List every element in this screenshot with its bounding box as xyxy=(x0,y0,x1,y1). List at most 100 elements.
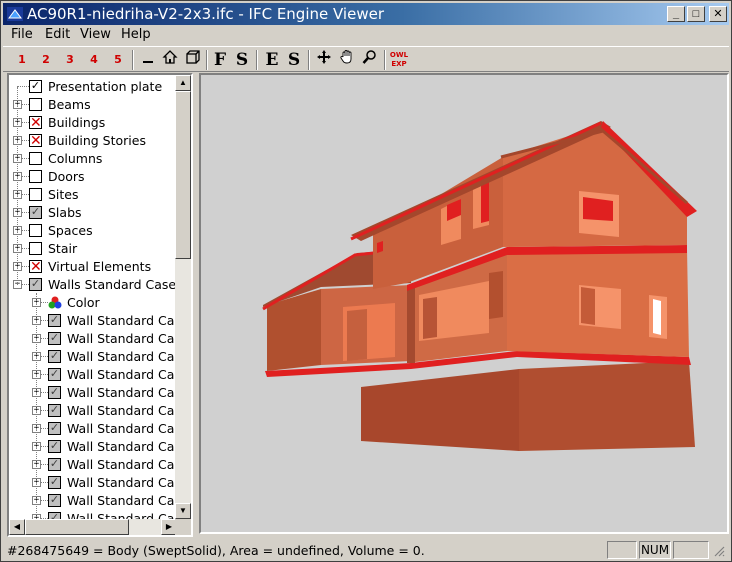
visibility-checkbox[interactable]: ✓ xyxy=(48,476,61,489)
tree-vertical-scrollbar[interactable]: ▲ ▼ xyxy=(175,75,191,519)
menu-view[interactable]: View xyxy=(80,27,111,42)
visibility-checkbox[interactable]: ✓ xyxy=(48,386,61,399)
pan-hand-button[interactable] xyxy=(336,49,358,71)
tree-item[interactable]: − ✓ Walls Standard Cases xyxy=(9,275,177,293)
tree-item[interactable]: + Columns xyxy=(9,149,177,167)
home-view-button[interactable] xyxy=(159,49,181,71)
tree-item[interactable]: + ✓ Wall Standard Case xyxy=(9,437,177,455)
resize-grip-icon[interactable] xyxy=(713,545,725,557)
hscroll-thumb[interactable] xyxy=(25,519,129,535)
tree-item[interactable]: + ✓ Wall Standard Case xyxy=(9,329,177,347)
tree-item[interactable]: + ✓ Wall Standard Case xyxy=(9,419,177,437)
move-button[interactable] xyxy=(313,49,335,71)
tree-horizontal-scrollbar[interactable]: ◀ ▶ xyxy=(9,519,177,535)
menu-file[interactable]: File xyxy=(11,27,33,42)
zoom-button[interactable] xyxy=(359,49,381,71)
tree-item[interactable]: + ✕ Buildings xyxy=(9,113,177,131)
level-4-button[interactable]: 4 xyxy=(83,49,105,71)
menu-help[interactable]: Help xyxy=(121,27,151,42)
visibility-checkbox[interactable]: ✓ xyxy=(48,458,61,471)
surfaces-button[interactable]: S xyxy=(283,49,305,71)
menu-bar: File Edit View Help xyxy=(3,26,729,44)
visibility-checkbox[interactable]: ✓ xyxy=(48,368,61,381)
tree-item-label: Wall Standard Case xyxy=(67,421,177,436)
3d-viewport[interactable] xyxy=(199,73,729,534)
level-3-button[interactable]: 3 xyxy=(59,49,81,71)
scroll-thumb[interactable] xyxy=(175,91,191,259)
visibility-checkbox[interactable]: ✕ xyxy=(29,115,42,129)
tree-item[interactable]: + Spaces xyxy=(9,221,177,239)
visibility-checkbox[interactable]: ✕ xyxy=(29,133,42,147)
visibility-checkbox[interactable] xyxy=(29,224,42,237)
element-tree[interactable]: ✓ Presentation plate + Beams + ✕ Buildings + ✕ Bu… xyxy=(7,73,193,537)
title-bar[interactable]: AC90R1-niedriha-V2-2x3.ifc - IFC Engine … xyxy=(3,3,729,25)
close-button[interactable]: ✕ xyxy=(709,6,727,22)
faces-button[interactable]: F xyxy=(209,49,231,71)
tree-item[interactable]: + Beams xyxy=(9,95,177,113)
num-lock-indicator: NUM xyxy=(639,541,671,559)
window-title: AC90R1-niedriha-V2-2x3.ifc - IFC Engine … xyxy=(27,5,384,23)
tree-item[interactable]: + ✓ Wall Standard Case xyxy=(9,509,177,519)
tree-item[interactable]: + Stair xyxy=(9,239,177,257)
tree-item[interactable]: ✓ Presentation plate xyxy=(9,77,177,95)
tree-connector xyxy=(17,86,29,87)
tree-item[interactable]: + ✓ Slabs xyxy=(9,203,177,221)
basement-side xyxy=(519,361,695,451)
visibility-checkbox[interactable] xyxy=(29,170,42,183)
visibility-checkbox[interactable]: ✓ xyxy=(48,332,61,345)
building-model[interactable] xyxy=(201,75,727,532)
box-view-button[interactable] xyxy=(181,49,203,71)
visibility-checkbox[interactable]: ✓ xyxy=(48,440,61,453)
flat-view-button[interactable] xyxy=(137,49,159,71)
tree-item[interactable]: + ✓ Wall Standard Case xyxy=(9,347,177,365)
tree-item[interactable]: + ✓ Wall Standard Case xyxy=(9,401,177,419)
scroll-down-button[interactable]: ▼ xyxy=(175,503,191,519)
tree-item[interactable]: + ✓ Wall Standard Case xyxy=(9,383,177,401)
visibility-checkbox[interactable] xyxy=(29,152,42,165)
minimize-button[interactable]: _ xyxy=(667,6,685,22)
tree-item-label: Building Stories xyxy=(48,133,146,148)
scrollbar-corner xyxy=(175,519,191,535)
color-icon[interactable] xyxy=(48,296,62,309)
tree-item[interactable]: + Color xyxy=(9,293,177,311)
box-icon xyxy=(186,50,200,64)
tree-item[interactable]: + ✕ Building Stories xyxy=(9,131,177,149)
owl-export-button[interactable]: OWL EXP xyxy=(388,49,410,71)
tree-item[interactable]: + ✓ Wall Standard Case xyxy=(9,455,177,473)
visibility-checkbox[interactable]: ✓ xyxy=(48,512,61,519)
tree-item-label: Wall Standard Case xyxy=(67,403,177,418)
level-2-button[interactable]: 2 xyxy=(35,49,57,71)
visibility-checkbox[interactable]: ✓ xyxy=(48,494,61,507)
level-5-button[interactable]: 5 xyxy=(107,49,129,71)
tree-list: ✓ Presentation plate + Beams + ✕ Buildings + ✕ Bu… xyxy=(9,75,177,519)
menu-edit[interactable]: Edit xyxy=(45,27,70,42)
visibility-checkbox[interactable]: ✓ xyxy=(48,422,61,435)
tree-item[interactable]: + ✓ Wall Standard Case xyxy=(9,491,177,509)
tree-item[interactable]: + ✕ Virtual Elements xyxy=(9,257,177,275)
tree-item[interactable]: + ✓ Wall Standard Case xyxy=(9,473,177,491)
visibility-checkbox[interactable] xyxy=(29,242,42,255)
main-ground-left-wall xyxy=(407,287,415,363)
scroll-left-button[interactable]: ◀ xyxy=(9,519,25,535)
tree-item-label: Doors xyxy=(48,169,85,184)
status-pane-empty xyxy=(607,541,637,559)
visibility-checkbox[interactable]: ✓ xyxy=(48,350,61,363)
visibility-checkbox[interactable] xyxy=(29,98,42,111)
tree-item[interactable]: + Sites xyxy=(9,185,177,203)
maximize-button[interactable]: □ xyxy=(687,6,705,22)
level-1-button[interactable]: 1 xyxy=(11,49,33,71)
tree-item[interactable]: + ✓ Wall Standard Case xyxy=(9,365,177,383)
visibility-checkbox[interactable]: ✕ xyxy=(29,259,42,273)
edges-button[interactable]: E xyxy=(261,49,283,71)
visibility-checkbox[interactable]: ✓ xyxy=(29,206,42,219)
visibility-checkbox[interactable]: ✓ xyxy=(48,314,61,327)
visibility-checkbox[interactable]: ✓ xyxy=(29,80,42,93)
visibility-checkbox[interactable] xyxy=(29,188,42,201)
tree-item[interactable]: + Doors xyxy=(9,167,177,185)
visibility-checkbox[interactable]: ✓ xyxy=(29,278,42,291)
visibility-checkbox[interactable]: ✓ xyxy=(48,404,61,417)
scroll-up-button[interactable]: ▲ xyxy=(175,75,191,91)
solid-button[interactable]: S xyxy=(231,49,253,71)
status-pane-empty-2 xyxy=(673,541,709,559)
tree-item[interactable]: + ✓ Wall Standard Case xyxy=(9,311,177,329)
